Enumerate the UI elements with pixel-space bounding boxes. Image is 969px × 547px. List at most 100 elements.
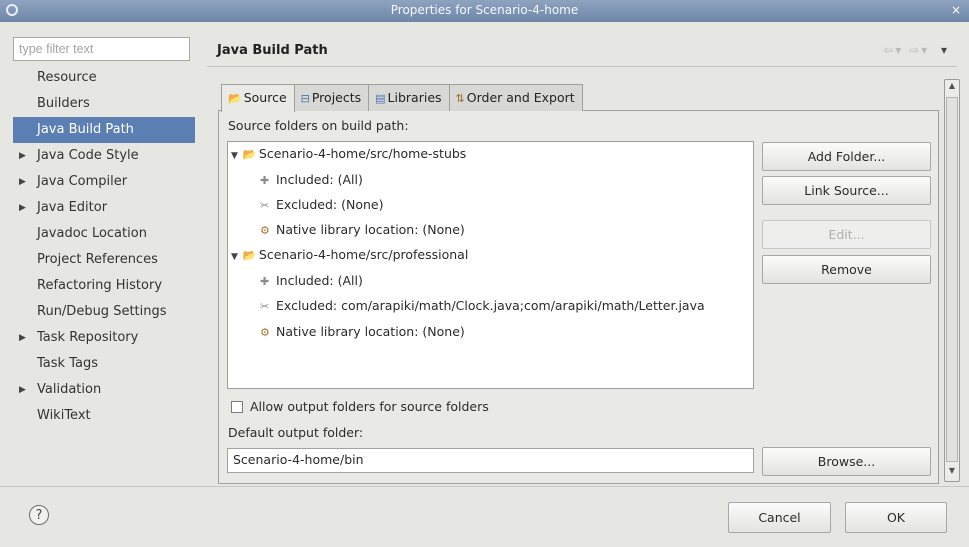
exclusion-filter-icon: ✂ xyxy=(260,300,270,313)
expand-arrow-icon[interactable]: ▶ xyxy=(19,377,26,403)
collapse-arrow-icon[interactable]: ▼ xyxy=(231,252,238,262)
nav-item-label: Refactoring History xyxy=(37,278,163,293)
vertical-scrollbar[interactable]: ▲ ▼ xyxy=(944,79,960,482)
nav-item-label: Java Editor xyxy=(37,200,108,215)
tree-row-native-library[interactable]: ⚙ Native library location: (None) xyxy=(260,220,465,240)
source-folder-tree[interactable]: ▼ 📂 Scenario-4-home/src/home-stubs ✚ Includ… xyxy=(227,141,754,389)
tree-label: Native library location: (None) xyxy=(276,324,465,339)
nav-item-refactoring-history[interactable]: Refactoring History xyxy=(13,273,195,299)
tree-label: Excluded: (None) xyxy=(276,197,384,212)
ok-button[interactable]: OK xyxy=(845,502,947,533)
view-menu-icon[interactable]: ▾ xyxy=(941,43,949,57)
nav-item-builders[interactable]: Builders xyxy=(13,91,195,117)
expand-arrow-icon[interactable]: ▶ xyxy=(19,143,26,169)
allow-output-folders-checkbox[interactable] xyxy=(231,401,243,413)
tab-label: Libraries xyxy=(387,90,442,105)
nav-item-java-build-path[interactable]: Java Build Path xyxy=(13,117,195,143)
projects-icon: ⊟ xyxy=(300,92,310,105)
nav-item-label: Task Repository xyxy=(37,330,139,345)
allow-output-folders-label: Allow output folders for source folders xyxy=(250,399,489,414)
back-arrow-icon[interactable]: ⇦▾ xyxy=(883,43,903,57)
history-nav: ⇦▾ ⇨▾ ▾ xyxy=(883,43,949,57)
source-folder-icon: 📂 xyxy=(242,249,257,262)
nav-item-validation[interactable]: ▶ Validation xyxy=(13,377,195,403)
tab-projects[interactable]: ⊟ Projects xyxy=(293,84,370,111)
source-folders-label: Source folders on build path: xyxy=(228,118,409,133)
tree-row-excluded[interactable]: ✂ Excluded: com/arapiki/math/Clock.java;c… xyxy=(260,296,705,316)
edit-button[interactable]: Edit... xyxy=(762,220,931,249)
tree-label: Native library location: (None) xyxy=(276,222,465,237)
tree-label: Included: (All) xyxy=(276,273,363,288)
tree-row-excluded[interactable]: ✂ Excluded: (None) xyxy=(260,195,383,215)
filter-input[interactable] xyxy=(13,37,190,61)
tree-row-folder[interactable]: ▼ 📂 Scenario-4-home/src/home-stubs xyxy=(231,144,466,164)
collapse-arrow-icon[interactable]: ▼ xyxy=(231,151,238,161)
nav-item-label: Builders xyxy=(37,96,90,111)
properties-nav: Resource Builders Java Build Path ▶ Java … xyxy=(13,65,195,429)
native-library-icon: ⚙ xyxy=(260,224,270,237)
nav-item-run-debug-settings[interactable]: Run/Debug Settings xyxy=(13,299,195,325)
browse-button[interactable]: Browse... xyxy=(762,447,931,476)
header-divider xyxy=(207,66,957,67)
nav-item-resource[interactable]: Resource xyxy=(13,65,195,91)
tree-row-folder[interactable]: ▼ 📂 Scenario-4-home/src/professional xyxy=(231,245,468,265)
nav-item-java-code-style[interactable]: ▶ Java Code Style xyxy=(13,143,195,169)
nav-item-project-references[interactable]: Project References xyxy=(13,247,195,273)
expand-arrow-icon[interactable]: ▶ xyxy=(19,195,26,221)
nav-item-task-repository[interactable]: ▶ Task Repository xyxy=(13,325,195,351)
nav-item-label: Java Compiler xyxy=(37,174,128,189)
default-output-label: Default output folder: xyxy=(228,425,364,440)
tree-label: Included: (All) xyxy=(276,172,363,187)
tab-order-and-export[interactable]: ⇅ Order and Export xyxy=(448,84,583,111)
nav-item-java-editor[interactable]: ▶ Java Editor xyxy=(13,195,195,221)
tab-source[interactable]: 📂 Source xyxy=(221,84,295,112)
tab-label: Projects xyxy=(311,90,362,105)
nav-item-task-tags[interactable]: Task Tags xyxy=(13,351,195,377)
nav-item-label: Java Build Path xyxy=(37,122,134,137)
libraries-icon: ▤ xyxy=(375,92,386,105)
tab-libraries[interactable]: ▤ Libraries xyxy=(368,84,450,111)
forward-arrow-icon[interactable]: ⇨▾ xyxy=(909,43,929,57)
scroll-up-icon[interactable]: ▲ xyxy=(946,81,958,95)
expand-arrow-icon[interactable]: ▶ xyxy=(19,325,26,351)
source-folder-icon: 📂 xyxy=(228,92,242,105)
link-source-button[interactable]: Link Source... xyxy=(762,176,931,205)
tree-row-native-library[interactable]: ⚙ Native library location: (None) xyxy=(260,322,465,342)
nav-item-label: Javadoc Location xyxy=(37,226,147,241)
nav-item-label: Validation xyxy=(37,382,102,397)
tree-label: Scenario-4-home/src/home-stubs xyxy=(258,146,467,161)
tree-row-included[interactable]: ✚ Included: (All) xyxy=(260,170,363,190)
tree-row-included[interactable]: ✚ Included: (All) xyxy=(260,271,363,291)
window-title: Properties for Scenario-4-home xyxy=(390,3,579,17)
inclusion-filter-icon: ✚ xyxy=(260,174,270,187)
remove-button[interactable]: Remove xyxy=(762,255,931,284)
page-title: Java Build Path xyxy=(217,43,328,58)
help-icon[interactable]: ? xyxy=(29,505,49,525)
tab-bar: 📂 Source ⊟ Projects ▤ Libraries ⇅ Order and … xyxy=(221,84,583,112)
scroll-thumb[interactable] xyxy=(946,97,958,462)
nav-item-label: Task Tags xyxy=(37,356,98,371)
nav-item-wikitext[interactable]: WikiText xyxy=(13,403,195,429)
nav-item-label: WikiText xyxy=(37,408,91,423)
footer-divider xyxy=(0,486,969,487)
tree-label: Excluded: com/arapiki/math/Clock.java;co… xyxy=(276,298,705,313)
nav-item-label: Project References xyxy=(37,252,158,267)
expand-arrow-icon[interactable]: ▶ xyxy=(19,169,26,195)
nav-item-label: Resource xyxy=(37,70,97,85)
inclusion-filter-icon: ✚ xyxy=(260,275,270,288)
default-output-field[interactable]: Scenario-4-home/bin xyxy=(227,448,754,473)
scroll-down-icon[interactable]: ▼ xyxy=(946,466,958,480)
tab-label: Order and Export xyxy=(466,90,575,105)
cancel-button[interactable]: Cancel xyxy=(728,502,831,533)
nav-item-javadoc-location[interactable]: Javadoc Location xyxy=(13,221,195,247)
source-folder-icon: 📂 xyxy=(242,148,257,161)
close-icon[interactable]: × xyxy=(951,3,961,17)
add-folder-button[interactable]: Add Folder... xyxy=(762,142,931,171)
order-export-icon: ⇅ xyxy=(455,92,465,105)
nav-item-java-compiler[interactable]: ▶ Java Compiler xyxy=(13,169,195,195)
native-library-icon: ⚙ xyxy=(260,326,270,339)
title-bar: Properties for Scenario-4-home × xyxy=(0,0,969,22)
nav-item-label: Java Code Style xyxy=(37,148,139,163)
tree-label: Scenario-4-home/src/professional xyxy=(258,247,469,262)
tab-label: Source xyxy=(243,90,287,105)
